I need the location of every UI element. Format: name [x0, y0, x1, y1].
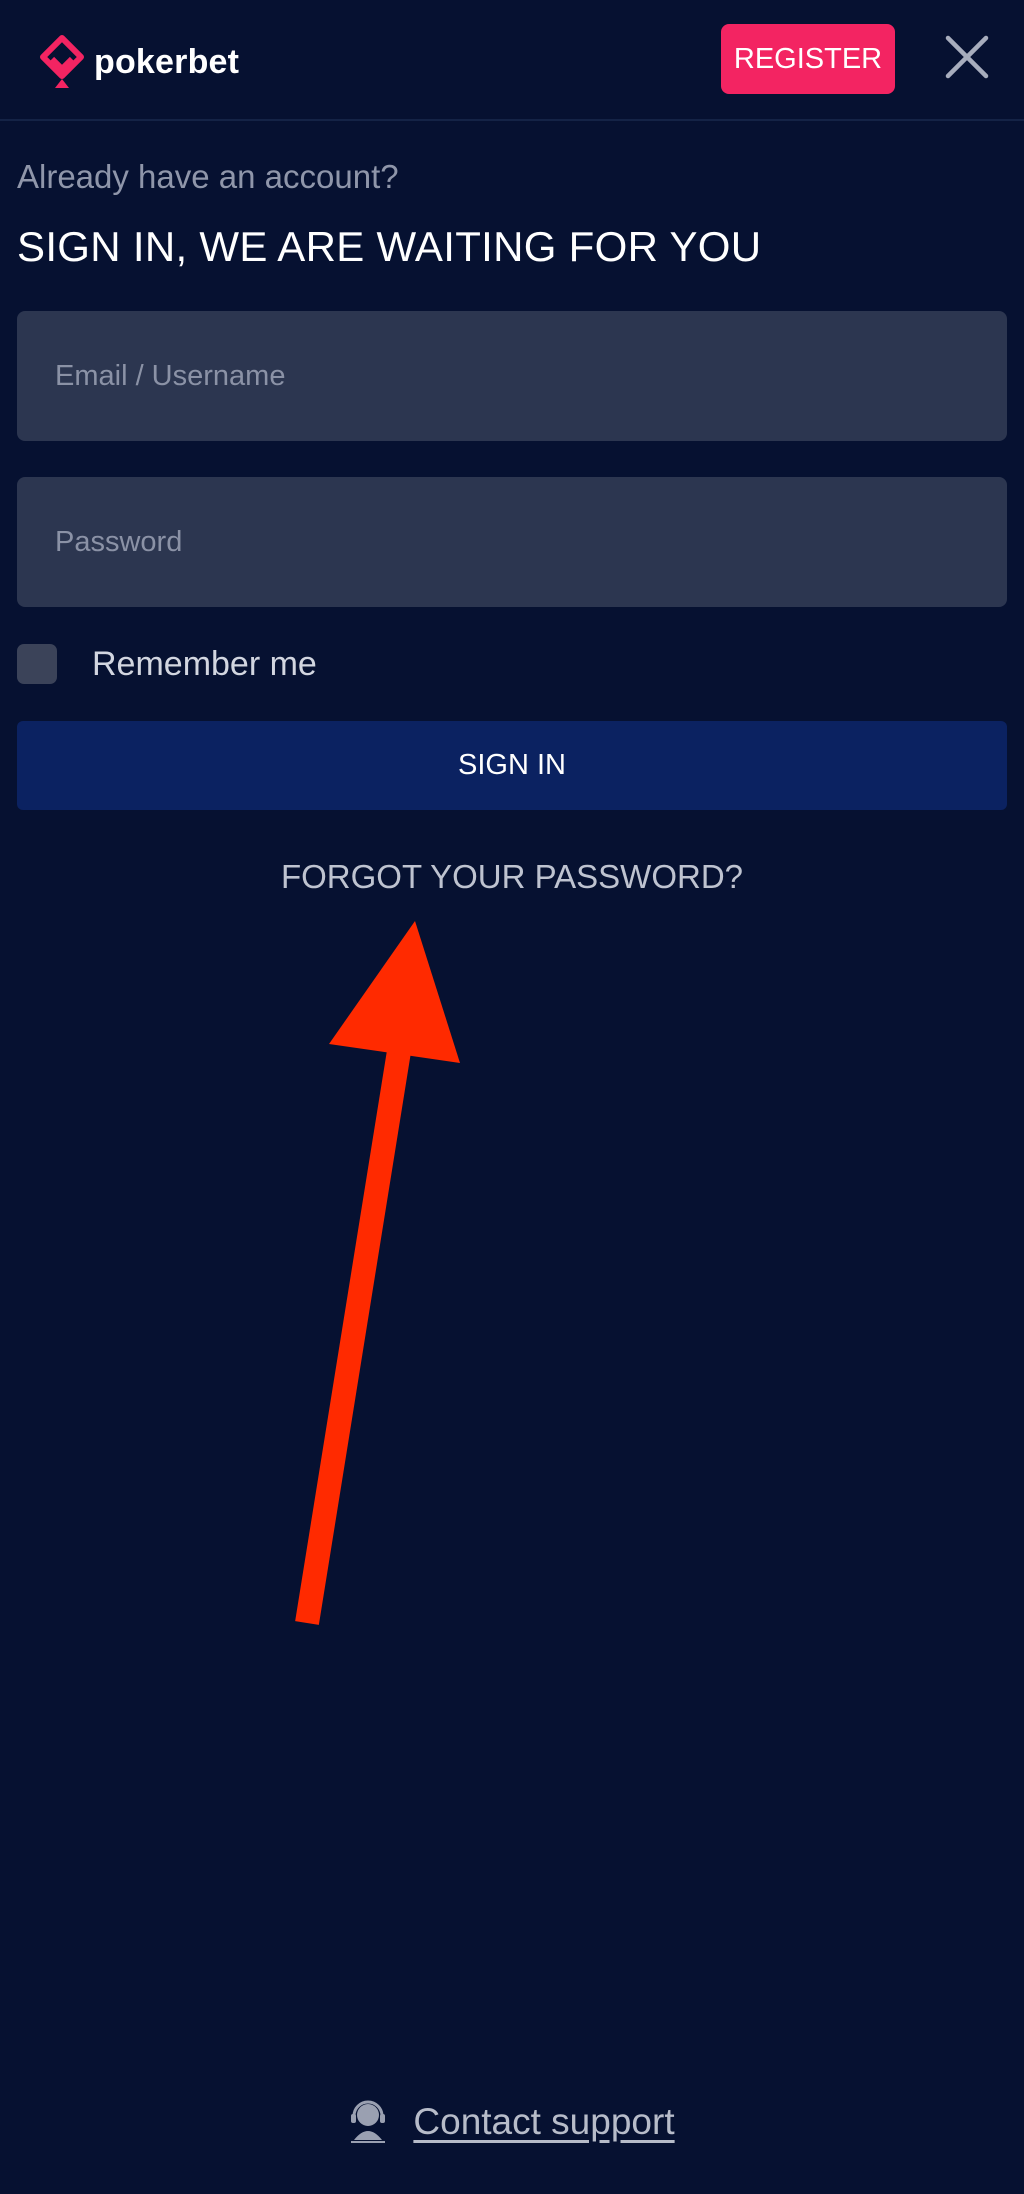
arrow-head	[329, 921, 460, 1063]
contact-support-link[interactable]: Contact support	[413, 2101, 674, 2143]
forgot-password-link[interactable]: FORGOT YOUR PASSWORD?	[0, 858, 1024, 896]
header: pokerbet REGISTER	[0, 0, 1024, 121]
close-icon	[945, 35, 989, 79]
remember-me-label[interactable]: Remember me	[92, 645, 317, 684]
remember-me-checkbox[interactable]	[17, 644, 57, 684]
remember-me[interactable]: Remember me	[17, 643, 317, 685]
contact-support[interactable]: Contact support	[0, 2100, 1024, 2144]
logo[interactable]: pokerbet	[38, 34, 239, 90]
register-button[interactable]: REGISTER	[721, 24, 895, 94]
page-title: SIGN IN, WE ARE WAITING FOR YOU	[17, 223, 762, 270]
support-agent-icon	[351, 2100, 386, 2143]
logo-text: pokerbet	[94, 42, 240, 81]
email-username-input[interactable]	[17, 311, 1007, 441]
sign-in-button[interactable]: SIGN IN	[17, 721, 1007, 810]
close-button[interactable]	[940, 30, 994, 84]
password-input[interactable]	[17, 477, 1007, 607]
already-have-account-text: Already have an account?	[17, 158, 399, 195]
arrow-shaft	[295, 1043, 412, 1625]
pokerbet-logo-icon	[40, 35, 84, 88]
sign-in-page: pokerbet REGISTER Already have an accoun…	[0, 0, 1024, 2194]
